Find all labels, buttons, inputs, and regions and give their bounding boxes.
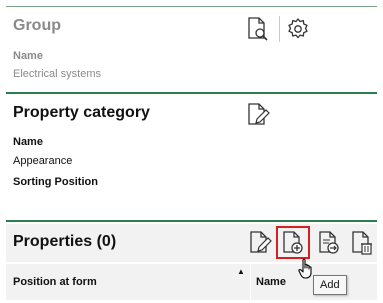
gear-icon: [288, 18, 308, 39]
sorting-position-label: Sorting Position: [13, 176, 98, 188]
section-divider: [6, 220, 377, 222]
edit-document-icon: [250, 231, 272, 253]
top-divider: [6, 6, 377, 7]
delete-property-button[interactable]: [350, 230, 374, 256]
add-tooltip: Add: [313, 275, 347, 295]
group-name-label: Name: [13, 50, 43, 62]
document-arrow-icon: [319, 231, 339, 254]
group-name-value: Electrical systems: [13, 68, 102, 80]
edit-property-button[interactable]: [248, 230, 272, 256]
add-document-icon: [283, 231, 303, 254]
properties-title: Properties (0): [13, 233, 117, 250]
add-property-button[interactable]: [281, 230, 305, 256]
column-header-position[interactable]: Position at form: [13, 276, 97, 288]
move-property-button[interactable]: [317, 230, 341, 256]
property-category-title: Property category: [13, 104, 150, 121]
search-document-button[interactable]: [246, 16, 270, 42]
column-separator: [250, 264, 251, 300]
column-header-name[interactable]: Name: [256, 276, 286, 288]
category-name-label: Name: [13, 136, 43, 148]
settings-button[interactable]: [286, 16, 310, 42]
toolbar-separator: [279, 16, 280, 42]
section-divider: [6, 92, 377, 94]
edit-category-button[interactable]: [246, 102, 270, 128]
category-name-value: Appearance: [13, 155, 73, 167]
edit-document-icon: [248, 103, 270, 125]
delete-document-icon: [352, 231, 372, 255]
group-title: Group: [13, 17, 61, 34]
search-document-icon: [248, 17, 268, 41]
sort-ascending-icon: ▲: [237, 267, 245, 276]
